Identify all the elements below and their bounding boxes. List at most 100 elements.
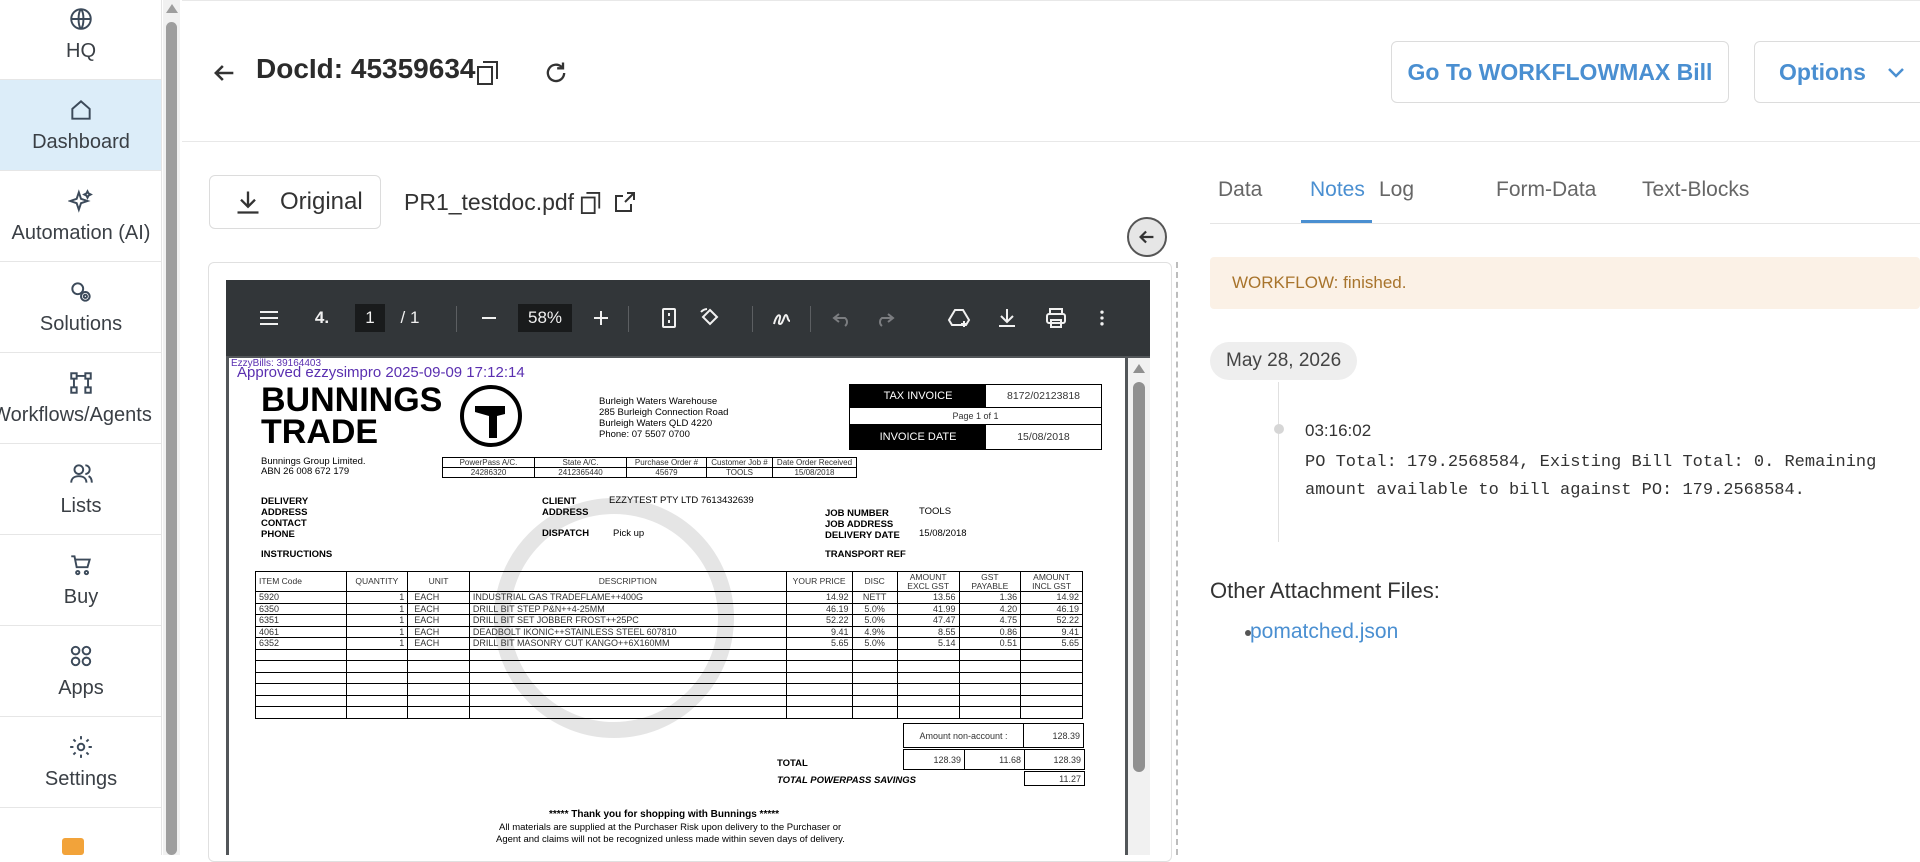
table-cell: 5920 bbox=[255, 591, 347, 604]
table-cell bbox=[958, 706, 1022, 719]
scroll-thumb[interactable] bbox=[166, 22, 177, 855]
table-cell bbox=[407, 648, 470, 661]
home-icon bbox=[71, 99, 91, 120]
collapse-panel-button[interactable] bbox=[1127, 217, 1167, 257]
table-cell bbox=[851, 648, 898, 661]
plus-icon bbox=[594, 311, 608, 325]
back-arrow-icon[interactable] bbox=[210, 59, 238, 87]
page-current[interactable]: 1 bbox=[355, 304, 385, 332]
drive-add-icon bbox=[947, 309, 971, 327]
warehouse-line: Burleigh Waters Warehouse bbox=[599, 396, 718, 407]
tab-text-blocks[interactable]: Text-Blocks bbox=[1642, 178, 1749, 202]
sidebar-item-label: Settings bbox=[44, 767, 118, 790]
rotate-icon bbox=[700, 308, 719, 326]
table-cell: 46.19 bbox=[1020, 602, 1083, 615]
table-cell bbox=[896, 706, 960, 719]
table-cell bbox=[1020, 660, 1083, 673]
tab-form-data[interactable]: Form-Data bbox=[1496, 178, 1596, 202]
thank-you-text: ***** Thank you for shopping with Bunnin… bbox=[549, 809, 780, 820]
fit-page-button[interactable] bbox=[656, 280, 682, 356]
item-header: AMOUNT INCL GST bbox=[1020, 571, 1083, 592]
undo-button[interactable] bbox=[829, 280, 855, 356]
scroll-thumb[interactable] bbox=[1133, 382, 1145, 772]
toolbar-divider bbox=[752, 306, 753, 332]
logo-trade: TRADE bbox=[261, 413, 379, 451]
scroll-up-arrow-icon[interactable] bbox=[166, 4, 178, 13]
table-cell bbox=[896, 671, 960, 684]
tab-notes[interactable]: Notes bbox=[1310, 178, 1365, 202]
table-row: 6350 1 EACH DRILL BIT STEP P&N++4-25MM 46.19… bbox=[255, 602, 1083, 615]
client-value: EZZYTEST PTY LTD 7613432639 bbox=[609, 495, 754, 506]
sidebar-item-hq[interactable]: HQ bbox=[0, 0, 161, 80]
goto-workflowmax-button[interactable]: Go To WORKFLOWMAX Bill bbox=[1391, 41, 1729, 103]
annotate-button[interactable] bbox=[768, 280, 796, 356]
open-external-icon[interactable] bbox=[613, 190, 637, 214]
table-cell bbox=[255, 671, 347, 684]
download-button[interactable] bbox=[994, 280, 1020, 356]
client-label: CLIENT bbox=[542, 496, 577, 507]
download-original-button[interactable]: Original bbox=[209, 175, 381, 229]
table-cell bbox=[785, 683, 853, 696]
table-cell: 1 bbox=[345, 602, 409, 615]
rotate-button[interactable] bbox=[696, 280, 724, 356]
pdf-menu-button[interactable] bbox=[254, 280, 284, 356]
users-icon bbox=[70, 463, 93, 483]
table-cell bbox=[345, 671, 409, 684]
undo-icon bbox=[832, 313, 848, 327]
tax-invoice-number: 8172/02123818 bbox=[1007, 390, 1080, 402]
sidebar-item-settings[interactable]: Settings bbox=[0, 717, 161, 808]
table-cell bbox=[468, 683, 787, 696]
attachment-link[interactable]: pomatched.json bbox=[1250, 620, 1398, 644]
page-total: / 1 bbox=[400, 308, 420, 327]
job-number: TOOLS bbox=[919, 506, 952, 517]
sidebar-item-dashboard[interactable]: Dashboard bbox=[0, 80, 161, 171]
table-cell bbox=[468, 648, 787, 661]
table-cell bbox=[958, 683, 1022, 696]
redo-icon bbox=[879, 313, 895, 327]
zoom-out-button[interactable] bbox=[476, 280, 502, 356]
redo-button[interactable] bbox=[872, 280, 898, 356]
table-cell bbox=[896, 694, 960, 707]
zoom-in-button[interactable] bbox=[588, 280, 614, 356]
table-cell: 4061 bbox=[255, 625, 347, 638]
more-options-button[interactable] bbox=[1092, 280, 1112, 356]
copy-icon[interactable] bbox=[476, 60, 500, 86]
apps-icon bbox=[70, 645, 92, 666]
ref-value: 24286320 bbox=[442, 467, 535, 478]
non-account-table: Amount non-account : 128.39 bbox=[903, 723, 1084, 748]
sidebar-scrollbar[interactable] bbox=[163, 0, 180, 855]
zoom-value[interactable]: 58% bbox=[517, 304, 573, 332]
options-button[interactable]: Options bbox=[1754, 41, 1920, 103]
warehouse-address: Burleigh Waters Warehouse 285 Burleigh C… bbox=[599, 396, 728, 440]
items-table: ITEM Code QUANTITY UNIT DESCRIPTION YOUR… bbox=[255, 571, 1083, 719]
scroll-up-arrow-icon[interactable] bbox=[1133, 364, 1145, 373]
table-cell: DEADBOLT IKONIC++STAINLESS STEEL 607810 bbox=[468, 625, 787, 638]
savings-label: TOTAL POWERPASS SAVINGS bbox=[777, 775, 916, 786]
sidebar-item-apps[interactable]: Apps bbox=[0, 626, 161, 717]
save-to-drive-button[interactable] bbox=[944, 280, 974, 356]
options-label: Options bbox=[1779, 58, 1866, 85]
delivery-label: DELIVERY bbox=[261, 496, 309, 507]
print-button[interactable] bbox=[1042, 280, 1070, 356]
table-cell bbox=[896, 683, 960, 696]
instructions-label: INSTRUCTIONS bbox=[261, 549, 333, 560]
refresh-icon[interactable] bbox=[542, 59, 570, 87]
sidebar-item-label: Automation (AI) bbox=[11, 221, 151, 244]
page-number-input[interactable]: 1 bbox=[354, 280, 386, 356]
pdf-scrollbar[interactable] bbox=[1128, 358, 1150, 855]
sidebar-item-solutions[interactable]: Solutions bbox=[0, 262, 161, 353]
table-row: 6351 1 EACH DRILL BIT SET JOBBER FROST++25P… bbox=[255, 614, 1083, 627]
sidebar-item-buy[interactable]: Buy bbox=[0, 535, 161, 626]
camera-icon[interactable] bbox=[62, 838, 84, 855]
panel-resizer[interactable] bbox=[1176, 262, 1178, 855]
tab-data[interactable]: Data bbox=[1218, 178, 1262, 202]
sidebar-item-automation[interactable]: Automation (AI) bbox=[0, 171, 161, 262]
download-icon bbox=[237, 191, 259, 214]
sidebar-item-lists[interactable]: Lists bbox=[0, 444, 161, 535]
copy-filename-icon[interactable] bbox=[580, 190, 602, 216]
sidebar-item-workflows[interactable]: Workflows/Agents bbox=[0, 353, 161, 444]
zoom-level[interactable]: 58% bbox=[513, 280, 577, 356]
tab-log[interactable]: Log bbox=[1379, 178, 1414, 202]
warehouse-line: Phone: 07 5507 0700 bbox=[599, 429, 690, 440]
hammer-logo-icon bbox=[460, 385, 522, 447]
